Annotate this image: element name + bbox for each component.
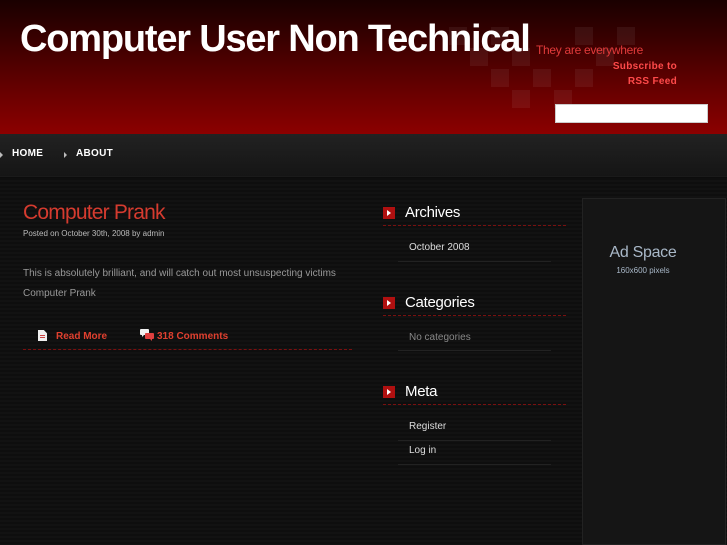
archives-title: Archives xyxy=(405,204,461,221)
post-meta: Posted on October 30th, 2008 by admin xyxy=(23,229,165,238)
main-nav: HOME ABOUT xyxy=(0,134,727,177)
comments-link[interactable]: 318 Comments xyxy=(157,331,228,342)
meta-item-register[interactable]: Register xyxy=(409,421,446,432)
nav-arrow-icon xyxy=(0,152,3,158)
post-title[interactable]: Computer Prank xyxy=(23,201,166,225)
meta-divider xyxy=(383,404,566,405)
ad-space[interactable]: Ad Space 160x600 pixels xyxy=(582,198,726,545)
archives-bullet-icon xyxy=(383,207,395,219)
header-pattern xyxy=(575,69,593,87)
ad-title: Ad Space xyxy=(609,244,677,261)
site-header: Computer User Non Technical They are eve… xyxy=(0,0,727,134)
nav-item-home[interactable]: HOME xyxy=(12,148,43,159)
document-icon xyxy=(38,330,47,341)
ad-subtitle: 160x600 pixels xyxy=(616,266,670,275)
header-pattern xyxy=(512,90,530,108)
list-divider xyxy=(398,464,551,465)
post-inline-link[interactable]: Computer Prank xyxy=(23,288,96,299)
list-divider xyxy=(398,350,551,351)
header-pattern xyxy=(491,69,509,87)
nav-arrow-icon xyxy=(64,152,67,158)
site-tagline: They are everywhere xyxy=(536,43,644,57)
site-title[interactable]: Computer User Non Technical xyxy=(20,18,531,61)
nav-item-about[interactable]: ABOUT xyxy=(76,148,113,159)
archives-divider xyxy=(383,225,566,226)
rss-subscribe-link[interactable]: Subscribe to RSS Feed xyxy=(613,59,677,89)
archive-item-october-2008[interactable]: October 2008 xyxy=(409,242,470,253)
meta-bullet-icon xyxy=(383,386,395,398)
search-input[interactable] xyxy=(555,104,708,123)
header-pattern xyxy=(533,69,551,87)
meta-item-login[interactable]: Log in xyxy=(409,445,436,456)
post-actions: Read More 318 Comments xyxy=(23,328,352,350)
meta-title: Meta xyxy=(405,383,438,400)
category-item-empty: No categories xyxy=(409,332,471,343)
categories-bullet-icon xyxy=(383,297,395,309)
subscribe-line-2[interactable]: RSS Feed xyxy=(613,74,677,89)
subscribe-line-1[interactable]: Subscribe to xyxy=(613,59,677,74)
categories-title: Categories xyxy=(405,294,475,311)
list-divider xyxy=(398,440,551,441)
list-divider xyxy=(398,261,551,262)
post-excerpt: This is absolutely brilliant, and will c… xyxy=(23,268,336,279)
categories-divider xyxy=(383,315,566,316)
read-more-link[interactable]: Read More xyxy=(56,331,107,342)
comments-icon xyxy=(140,329,154,341)
